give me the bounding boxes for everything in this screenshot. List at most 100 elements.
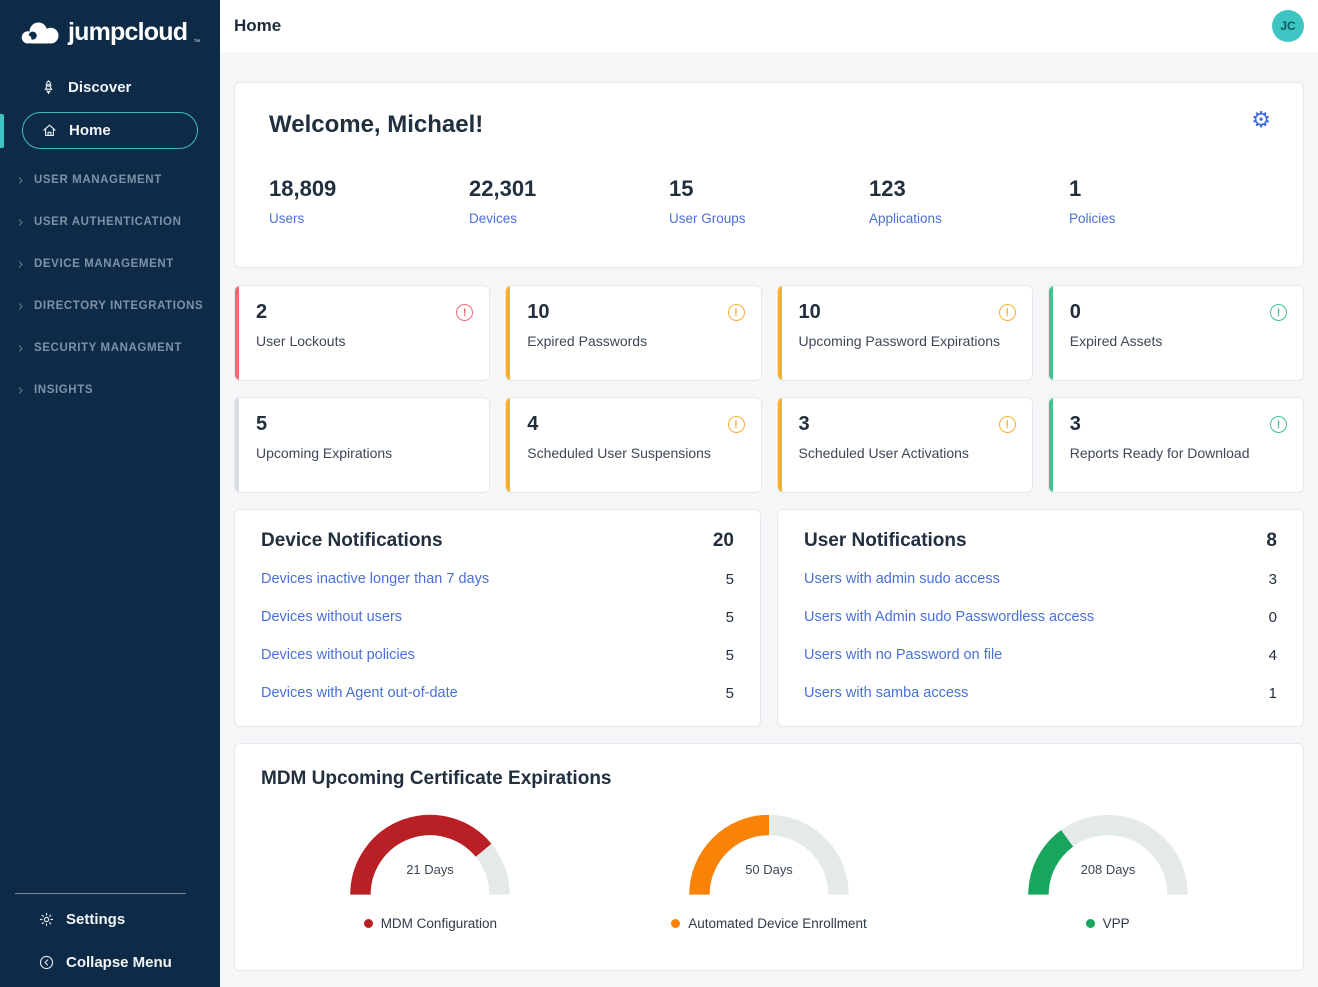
gauge-chart: 21 Days <box>337 800 523 902</box>
panel-title: User Notifications <box>804 530 967 552</box>
legend-label: Automated Device Enrollment <box>688 916 867 931</box>
alert-status-icon: ! <box>728 416 745 433</box>
sidebar-item-label: Discover <box>68 79 131 96</box>
gauge-days-label: 50 Days <box>745 862 793 877</box>
alert-count: 3 <box>799 413 810 436</box>
mdm-title: MDM Upcoming Certificate Expirations <box>261 768 1277 790</box>
gauge-fill <box>1038 838 1067 894</box>
gauge-fill <box>361 825 484 895</box>
alert-count: 0 <box>1070 301 1081 324</box>
stat-link[interactable]: Devices <box>469 211 517 226</box>
collapse-menu-label: Collapse Menu <box>66 954 172 971</box>
notification-link[interactable]: Devices without policies <box>261 647 415 663</box>
alert-card[interactable]: 3 ! Reports Ready for Download <box>1048 397 1304 493</box>
alert-count: 2 <box>256 301 267 324</box>
dashboard-content: Welcome, Michael! ⚙ 18,809 Users 22,301 … <box>220 52 1318 987</box>
logo-text: jumpcloud <box>68 18 187 47</box>
notification-link[interactable]: Devices inactive longer than 7 days <box>261 571 489 587</box>
top-bar: Home JC <box>220 0 1318 52</box>
sidebar-sections: USER MANAGEMENT USER AUTHENTICATION DEVI… <box>0 159 220 411</box>
alert-label: Upcoming Password Expirations <box>799 333 1016 349</box>
sidebar-section[interactable]: USER AUTHENTICATION <box>0 201 220 243</box>
dashboard-settings-gear-icon[interactable]: ⚙ <box>1251 109 1271 131</box>
sidebar-section[interactable]: SECURITY MANAGMENT <box>0 327 220 369</box>
collapse-menu-icon <box>38 954 55 971</box>
gauges-row: 21 Days MDM Configuration 50 Days Automa… <box>261 800 1277 931</box>
alert-card[interactable]: 3 ! Scheduled User Activations <box>777 397 1033 493</box>
notification-count: 5 <box>726 685 734 702</box>
stat-link[interactable]: User Groups <box>669 211 746 226</box>
notification-count: 5 <box>726 571 734 588</box>
notification-link[interactable]: Devices without users <box>261 609 402 625</box>
chevron-right-icon <box>16 344 25 353</box>
notification-link[interactable]: Users with Admin sudo Passwordless acces… <box>804 609 1094 625</box>
mdm-certificate-expirations-card: MDM Upcoming Certificate Expirations 21 … <box>234 743 1304 971</box>
alert-cards-grid: 2 ! User Lockouts 10 ! Expired Passwords… <box>234 285 1304 493</box>
gauge-chart: 208 Days <box>1015 800 1201 902</box>
sidebar-section[interactable]: DEVICE MANAGEMENT <box>0 243 220 285</box>
notification-row: Users with Admin sudo Passwordless acces… <box>804 598 1277 636</box>
summary-stats: 18,809 Users 22,301 Devices 15 User Grou… <box>269 176 1269 228</box>
alert-card[interactable]: 10 ! Upcoming Password Expirations <box>777 285 1033 381</box>
sidebar-item-collapse-menu[interactable]: Collapse Menu <box>38 954 220 971</box>
jumpcloud-cloud-icon <box>20 20 62 46</box>
alert-card[interactable]: 10 ! Expired Passwords <box>505 285 761 381</box>
summary-stat: 1 Policies <box>1069 176 1269 228</box>
stat-link[interactable]: Users <box>269 211 304 226</box>
alert-status-icon: ! <box>999 416 1016 433</box>
chevron-right-icon <box>16 218 25 227</box>
alert-status-icon: ! <box>1270 304 1287 321</box>
alert-card[interactable]: 5 ! Upcoming Expirations <box>234 397 490 493</box>
gauge-legend: MDM Configuration <box>364 916 497 931</box>
gauge-legend: Automated Device Enrollment <box>671 916 867 931</box>
alert-status-icon: ! <box>728 304 745 321</box>
gauge-days-label: 21 Days <box>407 862 455 877</box>
certificate-gauge: 21 Days MDM Configuration <box>261 800 600 931</box>
sidebar: jumpcloud ™ Discover Home USER MANAGEMEN… <box>0 0 220 987</box>
legend-label: VPP <box>1103 916 1130 931</box>
panel-title: Device Notifications <box>261 530 443 552</box>
stat-link[interactable]: Policies <box>1069 211 1116 226</box>
page-title: Home <box>234 16 281 36</box>
chevron-right-icon <box>16 260 25 269</box>
notification-link[interactable]: Users with admin sudo access <box>804 571 1000 587</box>
notification-row: Devices with Agent out-of-date 5 <box>261 674 734 712</box>
sidebar-section-label: USER MANAGEMENT <box>34 174 162 186</box>
sidebar-section-label: INSIGHTS <box>34 384 93 396</box>
gear-icon <box>38 911 55 928</box>
sidebar-item-home[interactable]: Home <box>22 112 198 149</box>
avatar[interactable]: JC <box>1272 10 1304 42</box>
jumpcloud-logo[interactable]: jumpcloud ™ <box>0 0 220 52</box>
user-notifications-panel: User Notifications 8 Users with admin su… <box>777 509 1304 727</box>
alert-count: 10 <box>799 301 821 324</box>
gauge-legend: VPP <box>1086 916 1130 931</box>
summary-stat: 15 User Groups <box>669 176 869 228</box>
alert-count: 10 <box>527 301 549 324</box>
notification-row: Devices without policies 5 <box>261 636 734 674</box>
alert-count: 5 <box>256 413 267 436</box>
alert-status-icon: ! <box>456 304 473 321</box>
settings-label: Settings <box>66 911 125 928</box>
sidebar-section[interactable]: INSIGHTS <box>0 369 220 411</box>
sidebar-section[interactable]: USER MANAGEMENT <box>0 159 220 201</box>
stat-value: 15 <box>669 176 869 202</box>
welcome-title: Welcome, Michael! <box>269 111 1269 139</box>
notification-count: 3 <box>1269 571 1277 588</box>
gauge-fill <box>699 825 769 895</box>
sidebar-item-settings[interactable]: Settings <box>38 911 220 928</box>
welcome-card: Welcome, Michael! ⚙ 18,809 Users 22,301 … <box>234 82 1304 268</box>
certificate-gauge: 50 Days Automated Device Enrollment <box>600 800 939 931</box>
chevron-right-icon <box>16 386 25 395</box>
notification-link[interactable]: Users with no Password on file <box>804 647 1002 663</box>
notification-link[interactable]: Devices with Agent out-of-date <box>261 685 458 701</box>
sidebar-item-discover[interactable]: Discover <box>40 73 220 101</box>
alert-count: 3 <box>1070 413 1081 436</box>
alert-card[interactable]: 0 ! Expired Assets <box>1048 285 1304 381</box>
alert-card[interactable]: 4 ! Scheduled User Suspensions <box>505 397 761 493</box>
sidebar-section[interactable]: DIRECTORY INTEGRATIONS <box>0 285 220 327</box>
alert-card[interactable]: 2 ! User Lockouts <box>234 285 490 381</box>
active-nav-indicator <box>0 114 4 148</box>
stat-link[interactable]: Applications <box>869 211 942 226</box>
alert-count: 4 <box>527 413 538 436</box>
notification-link[interactable]: Users with samba access <box>804 685 968 701</box>
